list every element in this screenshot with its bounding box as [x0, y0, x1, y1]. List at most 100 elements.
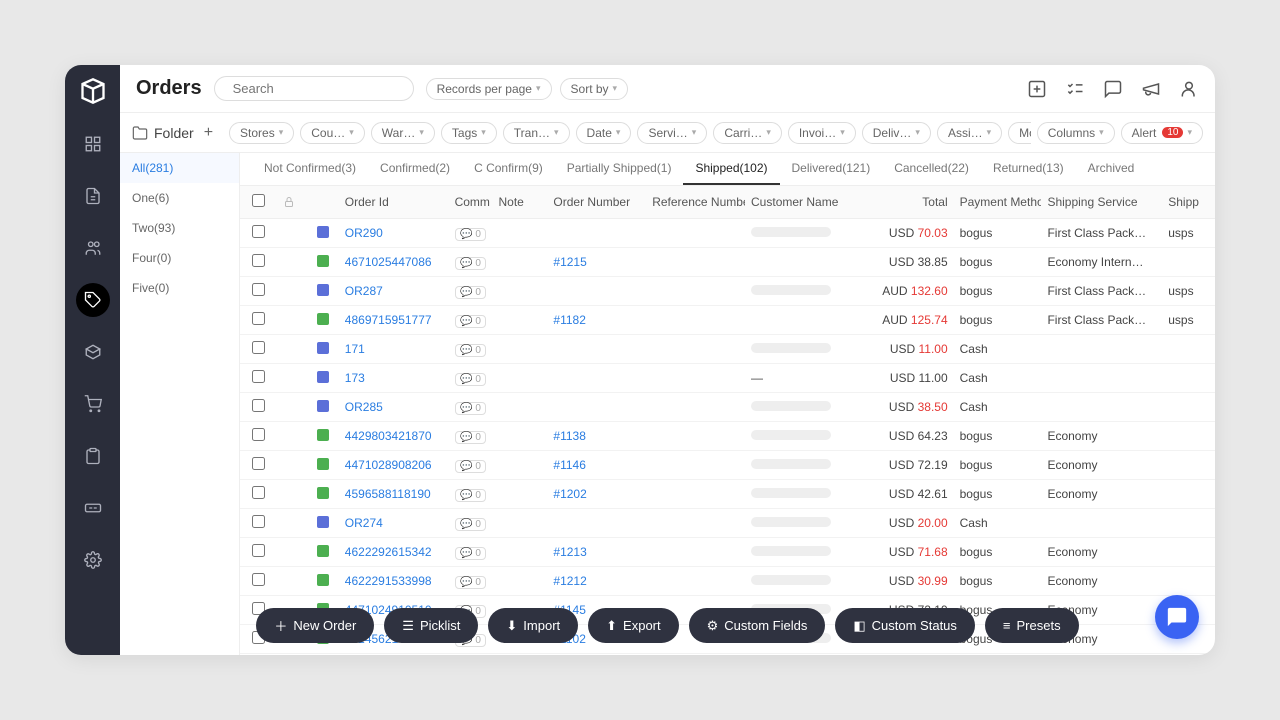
- comment-count[interactable]: 💬 0: [455, 344, 486, 357]
- order-id-link[interactable]: OR285: [345, 400, 383, 414]
- order-id-link[interactable]: 4596588118190: [345, 487, 431, 501]
- row-checkbox[interactable]: [252, 283, 265, 296]
- order-number-link[interactable]: #1213: [553, 545, 586, 559]
- checklist-icon[interactable]: [1065, 79, 1085, 99]
- tab[interactable]: Confirmed(2): [368, 153, 462, 185]
- th-total[interactable]: Total: [855, 186, 954, 219]
- scan-icon[interactable]: [1027, 79, 1047, 99]
- row-checkbox[interactable]: [252, 312, 265, 325]
- tab[interactable]: C Confirm(9): [462, 153, 555, 185]
- comment-count[interactable]: 💬 0: [455, 518, 486, 531]
- table-row[interactable]: OR285💬 0USD 38.50Cash: [240, 393, 1215, 422]
- tab[interactable]: Not Confirmed(3): [252, 153, 368, 185]
- row-checkbox[interactable]: [252, 515, 265, 528]
- row-checkbox[interactable]: [252, 399, 265, 412]
- comment-count[interactable]: 💬 0: [455, 431, 486, 444]
- table-row[interactable]: 171💬 0USD 11.00Cash: [240, 335, 1215, 364]
- filter-pill[interactable]: Date ▾: [576, 122, 632, 144]
- search-input[interactable]: [214, 76, 414, 101]
- row-checkbox[interactable]: [252, 573, 265, 586]
- top-pill[interactable]: Records per page ▾: [426, 78, 552, 100]
- order-number-link[interactable]: #1202: [553, 487, 586, 501]
- table-row[interactable]: 4471028908206💬 0#1146USD 72.19bogusEcono…: [240, 451, 1215, 480]
- comment-count[interactable]: 💬 0: [455, 315, 486, 328]
- nav-docs[interactable]: [76, 179, 110, 213]
- action-export[interactable]: ⬆Export: [588, 608, 678, 643]
- order-id-link[interactable]: OR274: [345, 516, 383, 530]
- comment-count[interactable]: 💬 0: [455, 286, 486, 299]
- row-checkbox[interactable]: [252, 457, 265, 470]
- nav-clipboard[interactable]: [76, 439, 110, 473]
- comment-count[interactable]: 💬 0: [455, 547, 486, 560]
- order-id-link[interactable]: 4869715951777: [345, 313, 432, 327]
- tab[interactable]: Cancelled(22): [882, 153, 981, 185]
- th-ref[interactable]: Reference Number: [646, 186, 745, 219]
- action-custom-fields[interactable]: ⚙Custom Fields: [689, 608, 826, 643]
- row-checkbox[interactable]: [252, 370, 265, 383]
- nav-cart[interactable]: [76, 387, 110, 421]
- tab[interactable]: Archived: [1076, 153, 1147, 185]
- order-id-link[interactable]: 4622292615342: [345, 545, 432, 559]
- nav-inventory[interactable]: [76, 335, 110, 369]
- table-row[interactable]: 4622292615342💬 0#1213USD 71.68bogusEcono…: [240, 538, 1215, 567]
- comment-count[interactable]: 💬 0: [455, 576, 486, 589]
- alert-button[interactable]: Alert10▾: [1121, 122, 1203, 144]
- row-checkbox[interactable]: [252, 486, 265, 499]
- select-all-checkbox[interactable]: [252, 194, 265, 207]
- th-pay[interactable]: Payment Method: [954, 186, 1042, 219]
- comment-count[interactable]: 💬 0: [455, 228, 486, 241]
- chat-icon[interactable]: [1103, 79, 1123, 99]
- user-icon[interactable]: [1179, 79, 1199, 99]
- order-id-link[interactable]: 4622291533998: [345, 574, 432, 588]
- filter-pill[interactable]: Cou… ▾: [300, 122, 365, 144]
- order-number-link[interactable]: #1182: [553, 313, 585, 327]
- table-row[interactable]: 4596588118190💬 0#1202USD 42.61bogusEcono…: [240, 480, 1215, 509]
- filter-pill[interactable]: War… ▾: [371, 122, 435, 144]
- comment-count[interactable]: 💬 0: [455, 257, 486, 270]
- th-order-id[interactable]: Order Id: [339, 186, 449, 219]
- filter-pill[interactable]: Invoi… ▾: [788, 122, 856, 144]
- comment-count[interactable]: 💬 0: [455, 402, 486, 415]
- row-checkbox[interactable]: [252, 225, 265, 238]
- table-row[interactable]: OR274💬 0USD 20.00Cash: [240, 509, 1215, 538]
- row-checkbox[interactable]: [252, 428, 265, 441]
- table-row[interactable]: 173💬 0—USD 11.00Cash: [240, 364, 1215, 393]
- table-row[interactable]: 4869715951777💬 0#1182AUD 125.74bogusFirs…: [240, 306, 1215, 335]
- filter-pill[interactable]: Deliv… ▾: [862, 122, 931, 144]
- order-id-link[interactable]: 171: [345, 342, 365, 356]
- order-id-link[interactable]: 4471028908206: [345, 458, 432, 472]
- th-order-num[interactable]: Order Number: [547, 186, 646, 219]
- top-pill[interactable]: Sort by ▾: [560, 78, 629, 100]
- folder-item[interactable]: Four(0): [120, 243, 239, 273]
- action-new-order[interactable]: ＋New Order: [256, 608, 374, 643]
- order-number-link[interactable]: #1146: [553, 458, 585, 472]
- tab[interactable]: Partially Shipped(1): [555, 153, 684, 185]
- filter-pill[interactable]: Tags ▾: [441, 122, 497, 144]
- filter-pill[interactable]: Servi… ▾: [637, 122, 707, 144]
- order-id-link[interactable]: 4429803421870: [345, 429, 432, 443]
- folder-item[interactable]: Five(0): [120, 273, 239, 303]
- row-checkbox[interactable]: [252, 254, 265, 267]
- nav-settings[interactable]: [76, 543, 110, 577]
- comment-count[interactable]: 💬 0: [455, 489, 486, 502]
- action-picklist[interactable]: ☰Picklist: [384, 608, 478, 643]
- chat-fab[interactable]: [1155, 595, 1199, 639]
- row-checkbox[interactable]: [252, 544, 265, 557]
- nav-dashboard[interactable]: [76, 127, 110, 161]
- table-row[interactable]: 4622291533998💬 0#1212USD 30.99bogusEcono…: [240, 567, 1215, 596]
- filter-pill[interactable]: Tran… ▾: [503, 122, 570, 144]
- order-number-link[interactable]: #1212: [553, 574, 586, 588]
- order-id-link[interactable]: 173: [345, 371, 365, 385]
- nav-orders[interactable]: [76, 283, 110, 317]
- table-row[interactable]: OR287💬 0AUD 132.60bogusFirst Class Pack……: [240, 277, 1215, 306]
- nav-transfer[interactable]: [76, 491, 110, 525]
- order-id-link[interactable]: 4671025447086: [345, 255, 432, 269]
- action-import[interactable]: ⬇Import: [488, 608, 578, 643]
- nav-users[interactable]: [76, 231, 110, 265]
- announce-icon[interactable]: [1141, 79, 1161, 99]
- add-folder-button[interactable]: +: [204, 124, 213, 142]
- folder-item[interactable]: One(6): [120, 183, 239, 213]
- action-custom-status[interactable]: ◧Custom Status: [835, 608, 975, 643]
- filter-pill[interactable]: Assi… ▾: [937, 122, 1002, 144]
- table-row[interactable]: 4429803421870💬 0#1138USD 64.23bogusEcono…: [240, 422, 1215, 451]
